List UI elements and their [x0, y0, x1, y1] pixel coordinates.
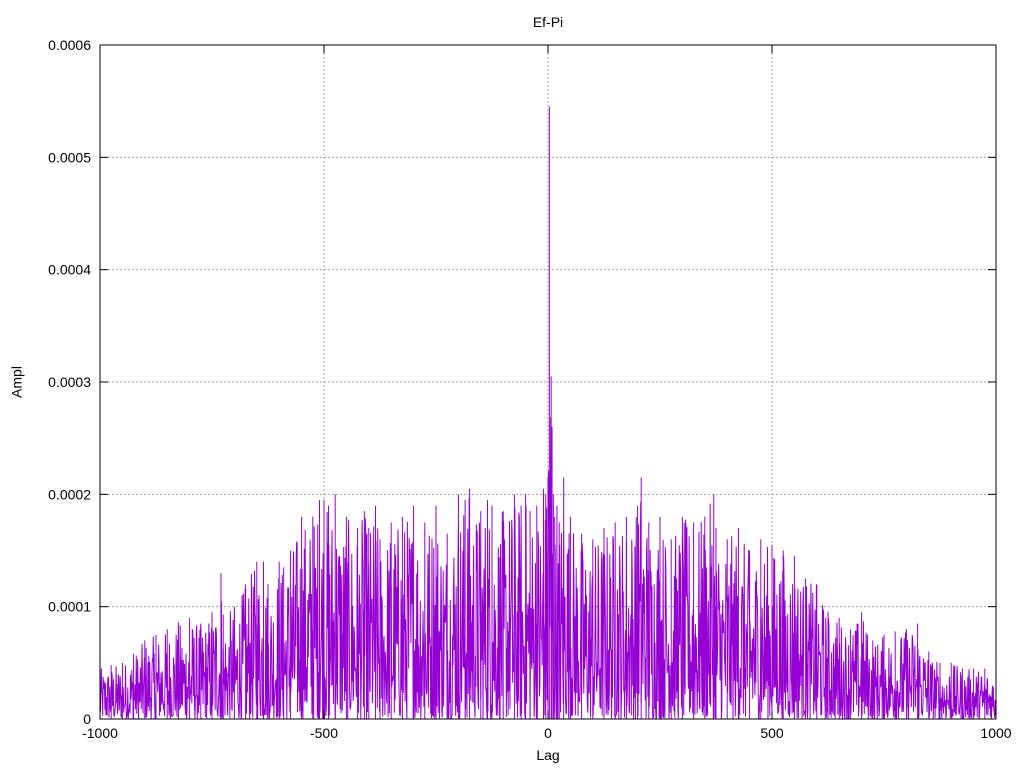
x-tick-label: -1000	[82, 725, 118, 741]
y-axis-label: Ampl	[9, 366, 25, 398]
y-tick-label: 0.0002	[48, 486, 91, 502]
y-tick-label: 0.0001	[48, 599, 91, 615]
y-tick-label: 0	[83, 711, 91, 727]
x-tick-label: 1000	[980, 725, 1011, 741]
chart-svg: -1000 -500 0 500 1000 0 0.0001 0.0002 0.0003 0.00…	[9, 14, 1012, 763]
chart-container: -1000 -500 0 500 1000 0 0.0001 0.0002 0.0003 0.00…	[0, 0, 1024, 768]
x-tick-label: 500	[760, 725, 784, 741]
x-axis-label: Lag	[536, 747, 559, 763]
y-tick-label: 0.0003	[48, 374, 91, 390]
x-tick-label: 0	[544, 725, 552, 741]
y-tick-label: 0.0005	[48, 149, 91, 165]
x-tick-label: -500	[310, 725, 338, 741]
chart-title: Ef-Pi	[533, 14, 563, 30]
y-tick-label: 0.0004	[48, 262, 91, 278]
y-tick-label: 0.0006	[48, 37, 91, 53]
